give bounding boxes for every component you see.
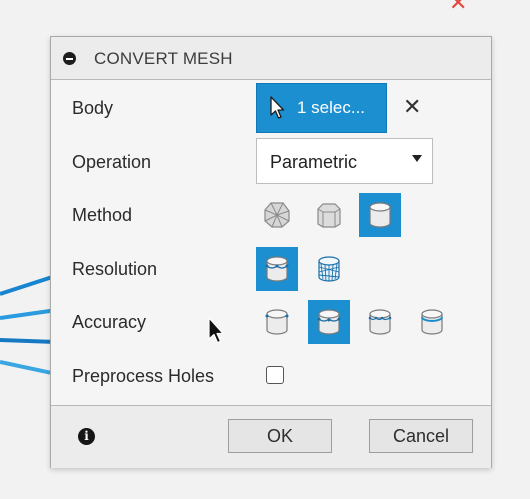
faceted-mesh-icon: [264, 202, 290, 228]
cylinder-accuracy-medium-icon: [317, 309, 341, 335]
info-icon[interactable]: i: [78, 428, 95, 445]
method-label: Method: [72, 205, 133, 225]
resolution-label: Resolution: [72, 259, 158, 279]
cylinder-accuracy-low-icon: [265, 309, 289, 335]
dialog-title: CONVERT MESH: [94, 49, 233, 68]
method-prismatic-option[interactable]: [308, 193, 350, 237]
close-icon[interactable]: ✕: [403, 95, 421, 120]
preprocess-holes-label: Preprocess Holes: [72, 366, 215, 386]
resolution-low-option[interactable]: [256, 247, 298, 291]
resolution-high-option[interactable]: [308, 247, 350, 291]
mouse-pointer-icon: [208, 317, 224, 344]
dialog-titlebar: CONVERT MESH: [51, 37, 491, 80]
accuracy-low-option[interactable]: [256, 300, 298, 344]
cylinder-icon: [369, 202, 391, 228]
operation-value: Parametric: [270, 152, 358, 172]
accuracy-medium-option[interactable]: [308, 300, 350, 344]
cylinder-high-resolution-icon: [318, 256, 340, 282]
body-label: Body: [72, 98, 114, 118]
body-select-button[interactable]: 1 selec...: [256, 83, 387, 133]
chevron-down-icon: [412, 155, 422, 162]
preprocess-holes-checkbox[interactable]: [266, 366, 284, 384]
accuracy-label: Accuracy: [72, 312, 147, 332]
cylinder-accuracy-very-high-icon: [421, 309, 443, 335]
accuracy-high-option[interactable]: [359, 300, 401, 344]
dialog-footer: i OK Cancel: [51, 405, 491, 468]
method-faceted-option[interactable]: [256, 193, 298, 237]
cursor-arrow-icon: [270, 96, 285, 119]
accuracy-very-high-option[interactable]: [411, 300, 453, 344]
body-selection-text: 1 selec...: [297, 98, 366, 117]
method-organic-option[interactable]: [359, 193, 401, 237]
close-icon[interactable]: ✕: [449, 0, 467, 16]
minus-circle-icon[interactable]: [63, 52, 76, 65]
cancel-button[interactable]: Cancel: [369, 419, 473, 453]
cylinder-accuracy-high-icon: [368, 309, 392, 335]
operation-label: Operation: [72, 152, 152, 172]
convert-mesh-dialog: CONVERT MESH Body 1 selec... ✕ Operation…: [50, 36, 492, 468]
prismatic-icon: [317, 203, 341, 228]
operation-dropdown[interactable]: Parametric: [256, 138, 433, 184]
ok-button[interactable]: OK: [228, 419, 332, 453]
cylinder-low-resolution-icon: [265, 256, 289, 282]
